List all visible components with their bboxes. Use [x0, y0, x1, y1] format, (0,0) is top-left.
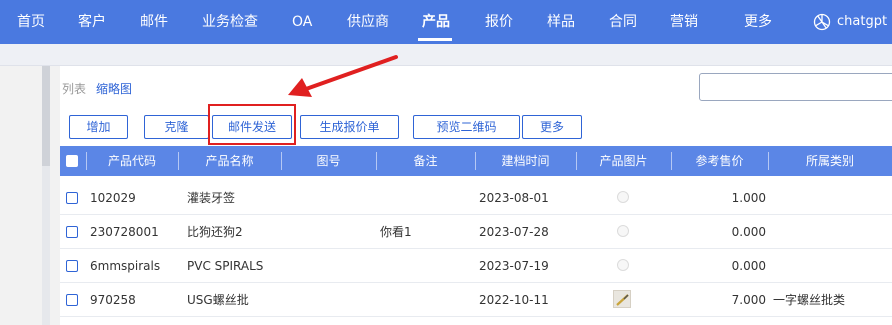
row-checkbox[interactable]: [66, 260, 78, 272]
cell-price: 7.000: [731, 293, 766, 307]
table-row[interactable]: 102029 灌装牙签 2023-08-01 1.000: [60, 181, 892, 215]
col-header-code[interactable]: 产品代码: [86, 146, 178, 176]
cell-name: 灌装牙签: [187, 191, 236, 205]
row-checkbox[interactable]: [66, 226, 78, 238]
product-thumbnail[interactable]: [613, 290, 631, 308]
col-header-image[interactable]: 产品图片: [576, 146, 671, 176]
cell-created: 2023-07-19: [479, 259, 549, 273]
cell-price: 1.000: [731, 191, 766, 205]
cell-created: 2022-10-11: [479, 293, 549, 307]
preview-qr-button[interactable]: 预览二维码: [413, 115, 520, 139]
sub-toolbar: [0, 44, 892, 66]
cell-code: 102029: [90, 191, 136, 205]
more-button[interactable]: 更多: [522, 115, 582, 139]
row-checkbox[interactable]: [66, 294, 78, 306]
generate-quote-button[interactable]: 生成报价单: [300, 115, 399, 139]
nav-item-samples[interactable]: 样品: [547, 0, 575, 44]
image-placeholder-icon[interactable]: [617, 225, 629, 237]
table-row[interactable]: 230728001 比狗还狗2 你看1 2023-07-28 0.000: [60, 215, 892, 249]
nav-item-mail[interactable]: 邮件: [140, 0, 168, 44]
brand-label[interactable]: chatgpt: [837, 0, 887, 44]
table-row[interactable]: 6mmspirals PVC SPIRALS 2023-07-19 0.000: [60, 249, 892, 283]
select-all-checkbox[interactable]: [66, 155, 78, 167]
nav-item-customers[interactable]: 客户: [78, 0, 106, 44]
col-header-price[interactable]: 参考售价: [671, 146, 768, 176]
row-checkbox[interactable]: [66, 192, 78, 204]
add-button[interactable]: 增加: [69, 115, 128, 139]
col-header-name[interactable]: 产品名称: [178, 146, 281, 176]
view-tab-list[interactable]: 列表: [62, 80, 86, 97]
product-panel: 列表 缩略图 增加 克隆 邮件发送 生成报价单 预览二维码 更多 产品代码 产品…: [60, 66, 892, 325]
nav-item-quotes[interactable]: 报价: [485, 0, 513, 44]
nav-item-oa[interactable]: OA: [292, 0, 312, 44]
nav-item-home[interactable]: 首页: [17, 0, 45, 44]
table-row[interactable]: 970258 USG螺丝批 2022-10-11 7.000 一字螺丝批类: [60, 283, 892, 317]
cell-code: 6mmspirals: [90, 259, 161, 273]
cell-price: 0.000: [731, 259, 766, 273]
cell-name: PVC SPIRALS: [187, 259, 264, 273]
clone-button[interactable]: 克隆: [144, 115, 209, 139]
nav-item-business-check[interactable]: 业务检查: [202, 0, 258, 44]
image-placeholder-icon[interactable]: [617, 259, 629, 271]
active-tab-indicator: [418, 38, 452, 41]
cell-code: 970258: [90, 293, 136, 307]
left-scrollbar-track[interactable]: [42, 166, 50, 325]
screwdriver-icon: [616, 294, 629, 306]
cell-code: 230728001: [90, 225, 159, 239]
cell-created: 2023-07-28: [479, 225, 549, 239]
nav-item-contracts[interactable]: 合同: [609, 0, 637, 44]
column-divider: [768, 152, 769, 170]
col-header-created[interactable]: 建档时间: [475, 146, 576, 176]
annotation-highlight-box: [208, 104, 296, 145]
col-header-drawing[interactable]: 图号: [281, 146, 376, 176]
view-tab-thumbnail[interactable]: 缩略图: [96, 80, 132, 97]
nav-item-suppliers[interactable]: 供应商: [347, 0, 389, 44]
cell-created: 2023-08-01: [479, 191, 549, 205]
cell-price: 0.000: [731, 225, 766, 239]
cell-name: USG螺丝批: [187, 293, 249, 307]
table-header: 产品代码 产品名称 图号 备注 建档时间 产品图片 参考售价 所属类别: [60, 146, 892, 176]
nav-item-more[interactable]: 更多: [744, 0, 772, 44]
cell-category: 一字螺丝批类: [773, 293, 846, 307]
col-header-note[interactable]: 备注: [376, 146, 475, 176]
chatgpt-logo-icon[interactable]: [812, 12, 832, 32]
top-navigation: 首页 客户 邮件 业务检查 OA 供应商 产品 报价 样品 合同 营销 更多 c…: [0, 0, 892, 44]
col-header-category[interactable]: 所属类别: [806, 146, 892, 176]
cell-note: 你看1: [380, 225, 412, 239]
image-placeholder-icon[interactable]: [617, 191, 629, 203]
nav-item-marketing[interactable]: 营销: [670, 0, 698, 44]
search-input[interactable]: [699, 73, 892, 101]
left-scrollbar-thumb[interactable]: [42, 66, 50, 166]
cell-name: 比狗还狗2: [187, 225, 243, 239]
